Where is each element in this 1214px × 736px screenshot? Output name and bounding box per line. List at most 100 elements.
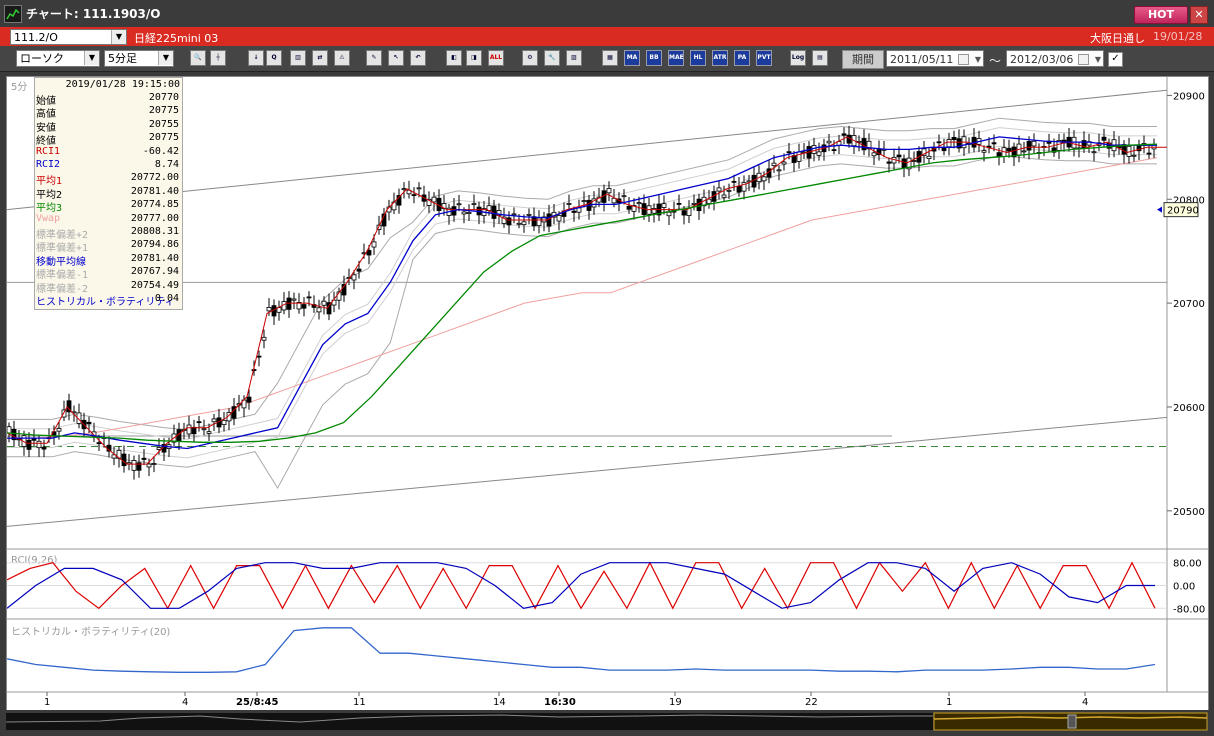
grid-icon[interactable]: ▦ xyxy=(602,50,618,66)
bar-chart-icon[interactable]: ▥ xyxy=(290,50,306,66)
candle-body xyxy=(401,188,407,191)
candle-body xyxy=(1006,148,1012,152)
download-icon[interactable]: ↓ xyxy=(248,50,264,66)
navigator-svg[interactable] xyxy=(0,710,1214,733)
log-icon[interactable]: Log xyxy=(790,50,806,66)
x-tick-label: 4 xyxy=(1082,697,1088,708)
para-icon[interactable]: PA RA xyxy=(734,50,750,66)
scroll-navigator[interactable] xyxy=(0,710,1214,733)
search-chart-icon[interactable]: Q xyxy=(266,50,282,66)
candle-body xyxy=(556,215,562,222)
date-to-value: 2012/03/06 xyxy=(1010,53,1074,66)
date-to-field[interactable]: 2012/03/06 ▼ xyxy=(1006,50,1104,67)
x-tick-label: 11 xyxy=(353,697,366,708)
candle-body xyxy=(461,211,467,215)
candle-body xyxy=(536,217,542,227)
candle-body xyxy=(121,453,127,467)
candle-body xyxy=(721,194,727,198)
calendar-icon[interactable] xyxy=(1078,54,1089,65)
candle-body xyxy=(371,241,377,248)
close-icon[interactable]: ✕ xyxy=(1190,6,1208,24)
candle-body xyxy=(871,152,877,157)
ma-icon[interactable]: MA xyxy=(624,50,640,66)
crosshair-icon[interactable]: ┼ xyxy=(210,50,226,66)
calendar-icon[interactable] xyxy=(958,54,969,65)
candle-body xyxy=(471,203,477,206)
candle-body xyxy=(221,419,227,426)
candle-body xyxy=(366,250,372,256)
candle-body xyxy=(861,138,867,151)
candle-body xyxy=(291,298,297,301)
info-row: 平均3 20774.85 xyxy=(35,199,182,214)
candle-body xyxy=(256,355,262,358)
info-row: 安値 20755 xyxy=(35,119,182,134)
chevron-down-icon[interactable]: ▼ xyxy=(1095,51,1101,68)
candle-body xyxy=(196,421,202,424)
chart-area[interactable]: 5分 20900 20800 20700 20600 20500 20790 RCI(9,26… xyxy=(6,76,1209,712)
export-icon[interactable]: ▤ xyxy=(812,50,828,66)
symbol-select-value: 111.2/O xyxy=(14,31,58,44)
chart-svg[interactable]: 5分209002080020700206002050020790RCI(9,26… xyxy=(6,77,1208,711)
symbol-bar: 111.2/O ▼ 日経225mini 03 大阪日通し 19/01/28 xyxy=(0,27,1214,46)
bb-icon[interactable]: BB xyxy=(646,50,662,66)
candle-body xyxy=(251,369,257,371)
candle-body xyxy=(606,188,612,194)
timeframe-value: 5分足 xyxy=(108,52,137,65)
cursor-icon[interactable]: ↖ xyxy=(388,50,404,66)
chevron-down-icon[interactable]: ▼ xyxy=(158,51,173,65)
candle-right-icon[interactable]: ◨ xyxy=(466,50,482,66)
candle-body xyxy=(41,446,47,450)
info-row: 標準偏差-2 20754.49 xyxy=(35,280,182,295)
candle-body xyxy=(636,202,642,205)
x-tick-label: 1 xyxy=(44,697,50,708)
color-icon[interactable]: ▨ xyxy=(566,50,582,66)
candle-body xyxy=(786,151,792,154)
hot-button[interactable]: HOT xyxy=(1134,6,1188,24)
info-row: 標準偏差+1 20794.86 xyxy=(35,239,182,254)
x-tick-label: 19 xyxy=(669,697,682,708)
undo-icon[interactable]: ↶ xyxy=(410,50,426,66)
price-tick-label: 20700 xyxy=(1173,299,1205,310)
timeframe-select[interactable]: 5分足 ▼ xyxy=(104,50,174,67)
pen-icon[interactable]: ✎ xyxy=(366,50,382,66)
candle-body xyxy=(301,304,307,309)
chevron-down-icon[interactable]: ▼ xyxy=(84,51,99,65)
atr-icon[interactable]: ATR xyxy=(712,50,728,66)
candle-body xyxy=(796,151,802,162)
chevron-down-icon[interactable]: ▼ xyxy=(111,30,126,44)
mae-icon[interactable]: MAE xyxy=(668,50,684,66)
candle-left-icon[interactable]: ◧ xyxy=(446,50,462,66)
candle-body xyxy=(96,442,102,445)
chevron-down-icon[interactable]: ▼ xyxy=(975,51,981,68)
candle-body xyxy=(26,439,32,450)
candle-body xyxy=(1101,136,1107,141)
symbol-select[interactable]: 111.2/O ▼ xyxy=(10,29,127,45)
date-from-field[interactable]: 2011/05/11 ▼ xyxy=(886,50,984,67)
candle-body xyxy=(681,210,687,216)
info-value: 20770 xyxy=(148,92,179,103)
candle-body xyxy=(736,185,742,193)
apply-checkbox[interactable]: ✓ xyxy=(1108,52,1123,67)
chart-type-select[interactable]: ローソク ▼ xyxy=(16,50,100,67)
candle-body xyxy=(206,431,212,434)
candle-body xyxy=(661,203,667,208)
tools-icon[interactable]: 🔧 xyxy=(544,50,560,66)
period-button[interactable]: 期間 xyxy=(842,50,884,69)
info-row: RCI1 -60.42 xyxy=(35,146,182,159)
candle-body xyxy=(431,196,437,203)
candle-body xyxy=(36,440,42,449)
candle-body xyxy=(1031,140,1037,147)
info-label: Vwap xyxy=(36,212,61,224)
candle-body xyxy=(706,198,712,204)
hl-icon[interactable]: HL xyxy=(690,50,706,66)
candle-body xyxy=(901,158,907,169)
warning-icon[interactable]: ⚠ xyxy=(334,50,350,66)
settings-icon[interactable]: ⚙ xyxy=(522,50,538,66)
split-icon[interactable]: ⇄ xyxy=(312,50,328,66)
info-row: 標準偏差-1 20767.94 xyxy=(35,266,182,281)
rci-label: RCI(9,26) xyxy=(11,555,58,566)
all-icon[interactable]: ALL xyxy=(488,50,504,66)
pvt-icon[interactable]: PVT xyxy=(756,50,772,66)
zoom-icon[interactable]: 🔍 xyxy=(190,50,206,66)
candle-body xyxy=(211,418,217,423)
